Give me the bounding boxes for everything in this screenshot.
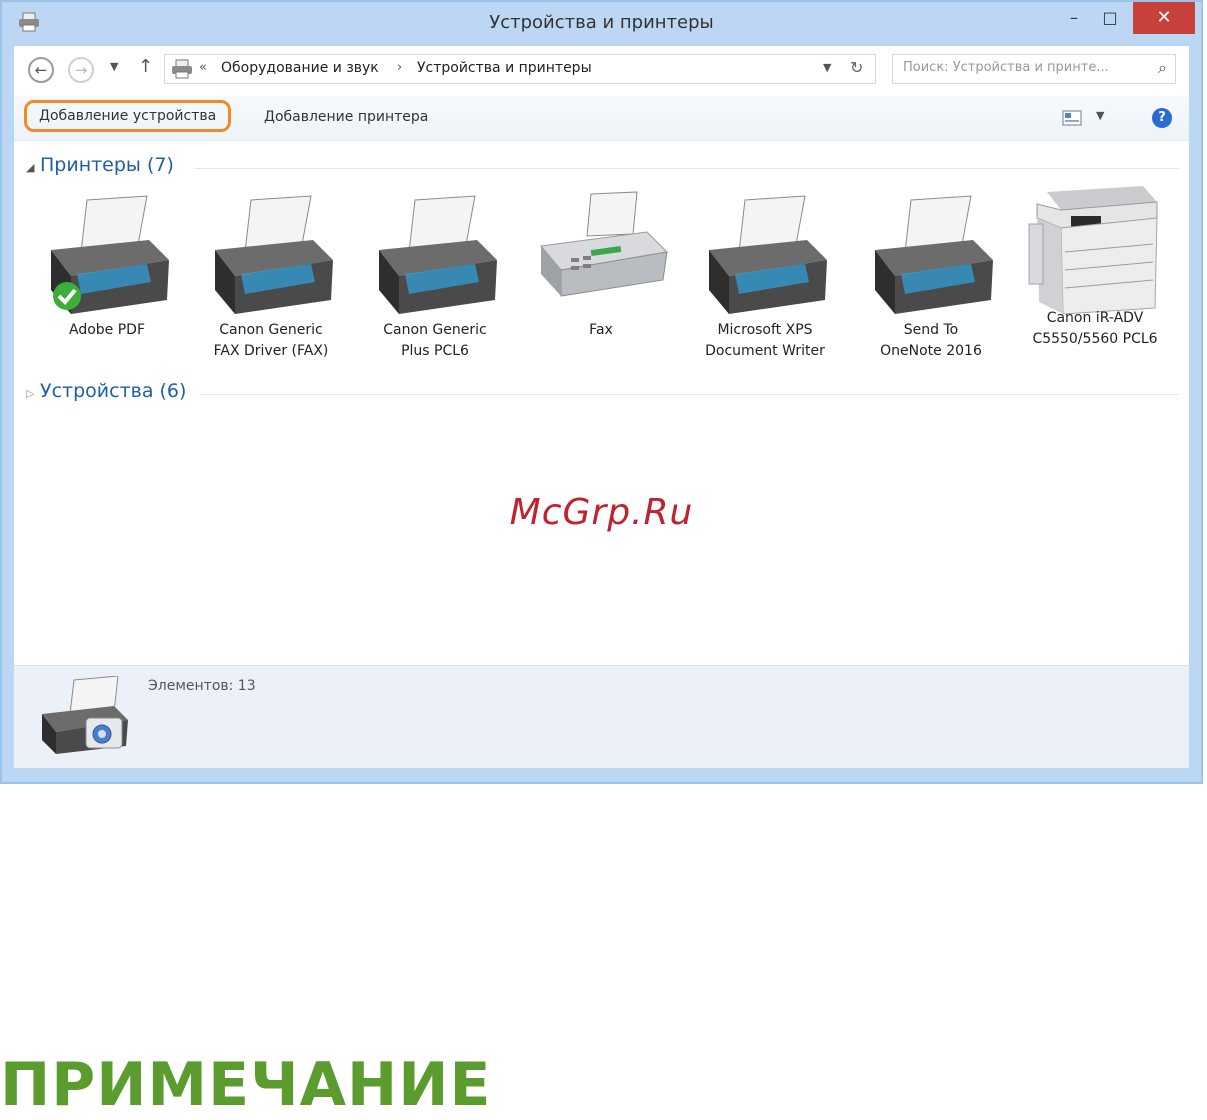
address-field[interactable]: « Оборудование и звук › Устройства и при…: [164, 54, 876, 84]
back-arrow-icon[interactable]: ←: [28, 57, 54, 83]
command-bar: Добавление устройства Добавление принтер…: [14, 96, 1189, 141]
device-send-to-onenote[interactable]: Send To OneNote 2016: [856, 190, 1006, 362]
help-icon[interactable]: ?: [1152, 108, 1172, 128]
device-label: Canon Generic Plus PCL6: [383, 322, 487, 359]
forward-arrow-icon[interactable]: →: [68, 57, 94, 83]
device-label: Canon Generic FAX Driver (FAX): [213, 322, 329, 359]
group-divider: [200, 394, 1179, 395]
device-canon-generic-plus[interactable]: Canon Generic Plus PCL6: [360, 190, 510, 362]
device-microsoft-xps[interactable]: Microsoft XPS Document Writer: [690, 190, 840, 362]
search-input[interactable]: [901, 59, 1141, 76]
device-canon-fax-driver[interactable]: Canon Generic FAX Driver (FAX): [196, 190, 346, 362]
printer-location-icon: [172, 59, 192, 79]
history-dropdown-icon[interactable]: ▼: [110, 60, 118, 73]
change-view-icon[interactable]: [1062, 110, 1082, 126]
printers-group-label: Принтеры (7): [40, 154, 174, 176]
devices-group-header[interactable]: ▷ Устройства (6): [26, 380, 186, 402]
device-label: Send To OneNote 2016: [880, 322, 982, 359]
device-fax[interactable]: Fax: [526, 190, 676, 341]
close-button[interactable]: ✕: [1133, 2, 1195, 34]
add-device-button[interactable]: Добавление устройства: [24, 100, 232, 132]
devices-group-label: Устройства (6): [40, 380, 187, 402]
devices-printers-icon: [42, 676, 128, 754]
printer-icon: [215, 195, 333, 314]
collapsed-caret-icon[interactable]: ▷: [26, 387, 40, 400]
refresh-icon[interactable]: ↻: [850, 58, 863, 77]
printer-icon: [709, 195, 827, 314]
device-label: Microsoft XPS Document Writer: [705, 322, 825, 359]
devices-printers-window: Устройства и принтеры – □ ✕ ← → ▼ ↑ « Об…: [0, 0, 1203, 784]
window-client-area: ← → ▼ ↑ « Оборудование и звук › Устройст…: [14, 46, 1189, 768]
search-box[interactable]: ⌕: [892, 54, 1176, 84]
view-options-dropdown-icon[interactable]: ▼: [1096, 109, 1104, 122]
address-bar-row: ← → ▼ ↑ « Оборудование и звук › Устройст…: [14, 46, 1189, 92]
search-icon[interactable]: ⌕: [1158, 58, 1167, 78]
device-label: Adobe PDF: [68, 322, 145, 338]
breadcrumb-arrow-icon[interactable]: ›: [397, 60, 402, 75]
device-label: Canon iR-ADV C5550/5560 PCL6: [1032, 310, 1158, 347]
fax-icon: [540, 191, 669, 297]
copier-icon: [1028, 186, 1158, 315]
add-printer-button[interactable]: Добавление принтера: [264, 102, 428, 132]
minimize-button[interactable]: –: [1055, 2, 1093, 34]
device-canon-ir-adv[interactable]: Canon iR-ADV C5550/5560 PCL6: [1020, 178, 1170, 350]
breadcrumb-hardware-sound[interactable]: Оборудование и звук: [221, 60, 379, 76]
device-adobe-pdf[interactable]: Adobe PDF: [32, 190, 182, 341]
overflow-chevron-icon[interactable]: «: [199, 60, 207, 75]
item-count: Элементов: 13: [148, 678, 256, 694]
watermark-text: McGrp.Ru: [509, 492, 694, 533]
title-bar[interactable]: Устройства и принтеры – □ ✕: [2, 2, 1201, 46]
printer-icon: [51, 195, 169, 314]
up-arrow-icon[interactable]: ↑: [138, 56, 153, 77]
breadcrumb-devices-printers[interactable]: Устройства и принтеры: [417, 60, 592, 76]
printers-group-header[interactable]: ◢ Принтеры (7): [26, 154, 174, 176]
address-dropdown-icon[interactable]: ▼: [823, 61, 831, 74]
printer-icon: [379, 195, 497, 314]
window-title: Устройства и принтеры: [489, 12, 714, 33]
details-pane: Элементов: 13: [14, 665, 1189, 768]
printer-icon: [875, 195, 993, 314]
maximize-button[interactable]: □: [1091, 2, 1129, 34]
note-heading: ПРИМЕЧАНИЕ: [0, 1050, 492, 1120]
device-label: Fax: [589, 322, 613, 338]
expanded-caret-icon[interactable]: ◢: [26, 161, 40, 174]
group-divider: [194, 168, 1179, 169]
